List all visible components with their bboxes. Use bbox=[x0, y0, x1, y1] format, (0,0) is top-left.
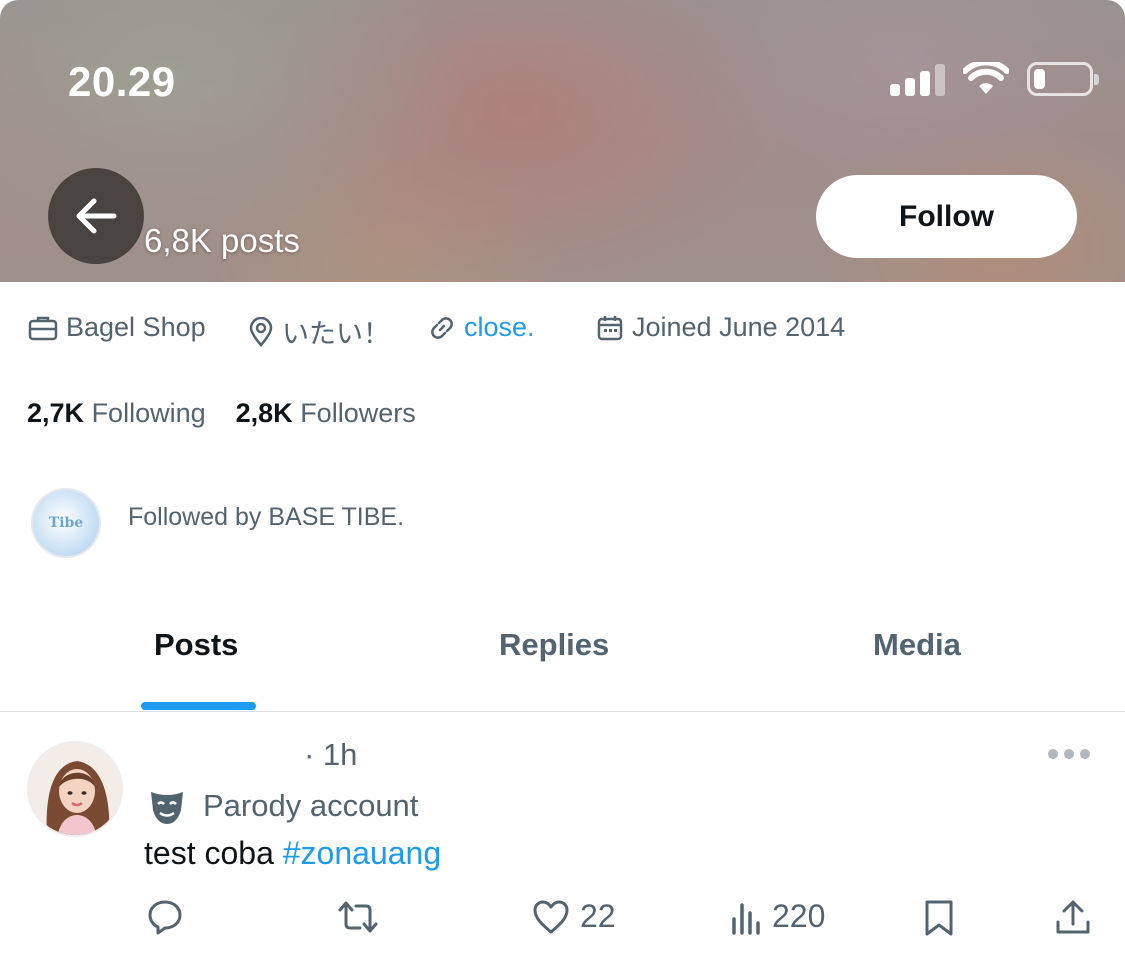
reply-icon bbox=[148, 900, 182, 935]
signal-icon bbox=[890, 62, 945, 96]
location-item: いたい！ bbox=[248, 312, 390, 351]
profile-banner: 20.29 6,8K posts Follow bbox=[0, 0, 1125, 282]
followed-by-text[interactable]: Followed by BASE TIBE. bbox=[128, 503, 404, 532]
posts-count: 6,8K posts bbox=[144, 222, 300, 259]
website-item[interactable]: close. bbox=[428, 312, 535, 343]
follow-button[interactable]: Follow bbox=[816, 175, 1077, 258]
post-avatar[interactable] bbox=[27, 741, 123, 837]
joined-item: Joined June 2014 bbox=[596, 312, 845, 343]
website-link[interactable]: close. bbox=[464, 312, 535, 343]
repost-button[interactable] bbox=[336, 898, 380, 936]
parody-label: Parody account bbox=[203, 788, 419, 823]
post-hashtag[interactable]: #zonauang bbox=[283, 835, 441, 871]
location-label: いたい！ bbox=[282, 319, 390, 349]
followers-count: 2,8K bbox=[235, 398, 293, 428]
briefcase-icon bbox=[28, 316, 58, 340]
battery-fill bbox=[1034, 69, 1045, 89]
back-button[interactable] bbox=[48, 168, 144, 264]
arrow-left-icon bbox=[76, 198, 117, 234]
profession-item: Bagel Shop bbox=[28, 312, 206, 343]
followed-by-avatar[interactable]: Tibe bbox=[31, 488, 101, 558]
battery-icon bbox=[1027, 62, 1099, 96]
bookmark-icon bbox=[925, 900, 953, 936]
view-count: 220 bbox=[772, 898, 826, 934]
following-count: 2,7K bbox=[27, 398, 85, 428]
share-button[interactable] bbox=[1054, 898, 1092, 938]
avatar-photo bbox=[29, 743, 121, 835]
link-icon bbox=[431, 316, 453, 339]
active-tab-indicator bbox=[141, 702, 256, 710]
profile-stats: 2,7K Following 2,8K Followers bbox=[27, 398, 416, 429]
repost-icon bbox=[338, 901, 378, 933]
tab-replies[interactable]: Replies bbox=[499, 627, 609, 663]
post-actions: 22 220 bbox=[0, 898, 1125, 948]
profession-label: Bagel Shop bbox=[66, 312, 206, 342]
post-item[interactable]: · 1h Parody account test coba #zonauang bbox=[0, 713, 1125, 963]
profile-tabs: Posts Replies Media bbox=[0, 605, 1125, 712]
post-timestamp: · 1h bbox=[304, 737, 358, 772]
followers-stat[interactable]: 2,8K Followers bbox=[236, 398, 416, 429]
like-count: 22 bbox=[580, 898, 616, 934]
tab-media[interactable]: Media bbox=[873, 627, 961, 663]
reply-button[interactable] bbox=[146, 898, 184, 936]
more-options-icon[interactable] bbox=[1048, 749, 1090, 759]
views-button[interactable]: 220 bbox=[730, 898, 825, 935]
following-stat[interactable]: 2,7K Following bbox=[27, 398, 206, 429]
like-button[interactable]: 22 bbox=[532, 898, 616, 935]
heart-icon bbox=[533, 900, 569, 933]
status-time: 20.29 bbox=[68, 58, 176, 105]
profile-meta: Bagel Shop いたい！ close. Joined June 2014 bbox=[0, 312, 1125, 352]
wifi-icon bbox=[963, 62, 1009, 94]
tab-posts[interactable]: Posts bbox=[154, 627, 238, 663]
following-label: Following bbox=[91, 398, 206, 428]
bookmark-button[interactable] bbox=[922, 898, 956, 938]
theater-mask-icon bbox=[151, 792, 183, 824]
post-text: test coba #zonauang bbox=[144, 835, 441, 872]
views-chart-icon bbox=[732, 902, 760, 935]
share-icon bbox=[1056, 900, 1090, 934]
parody-badge: Parody account bbox=[147, 786, 418, 826]
followed-by-avatar-text: Tibe bbox=[48, 515, 84, 531]
followers-label: Followers bbox=[300, 398, 416, 428]
joined-label: Joined June 2014 bbox=[632, 312, 846, 342]
location-pin-icon bbox=[249, 316, 273, 347]
post-body: test coba bbox=[144, 835, 283, 871]
status-icons bbox=[890, 62, 1099, 96]
calendar-icon bbox=[597, 315, 623, 340]
